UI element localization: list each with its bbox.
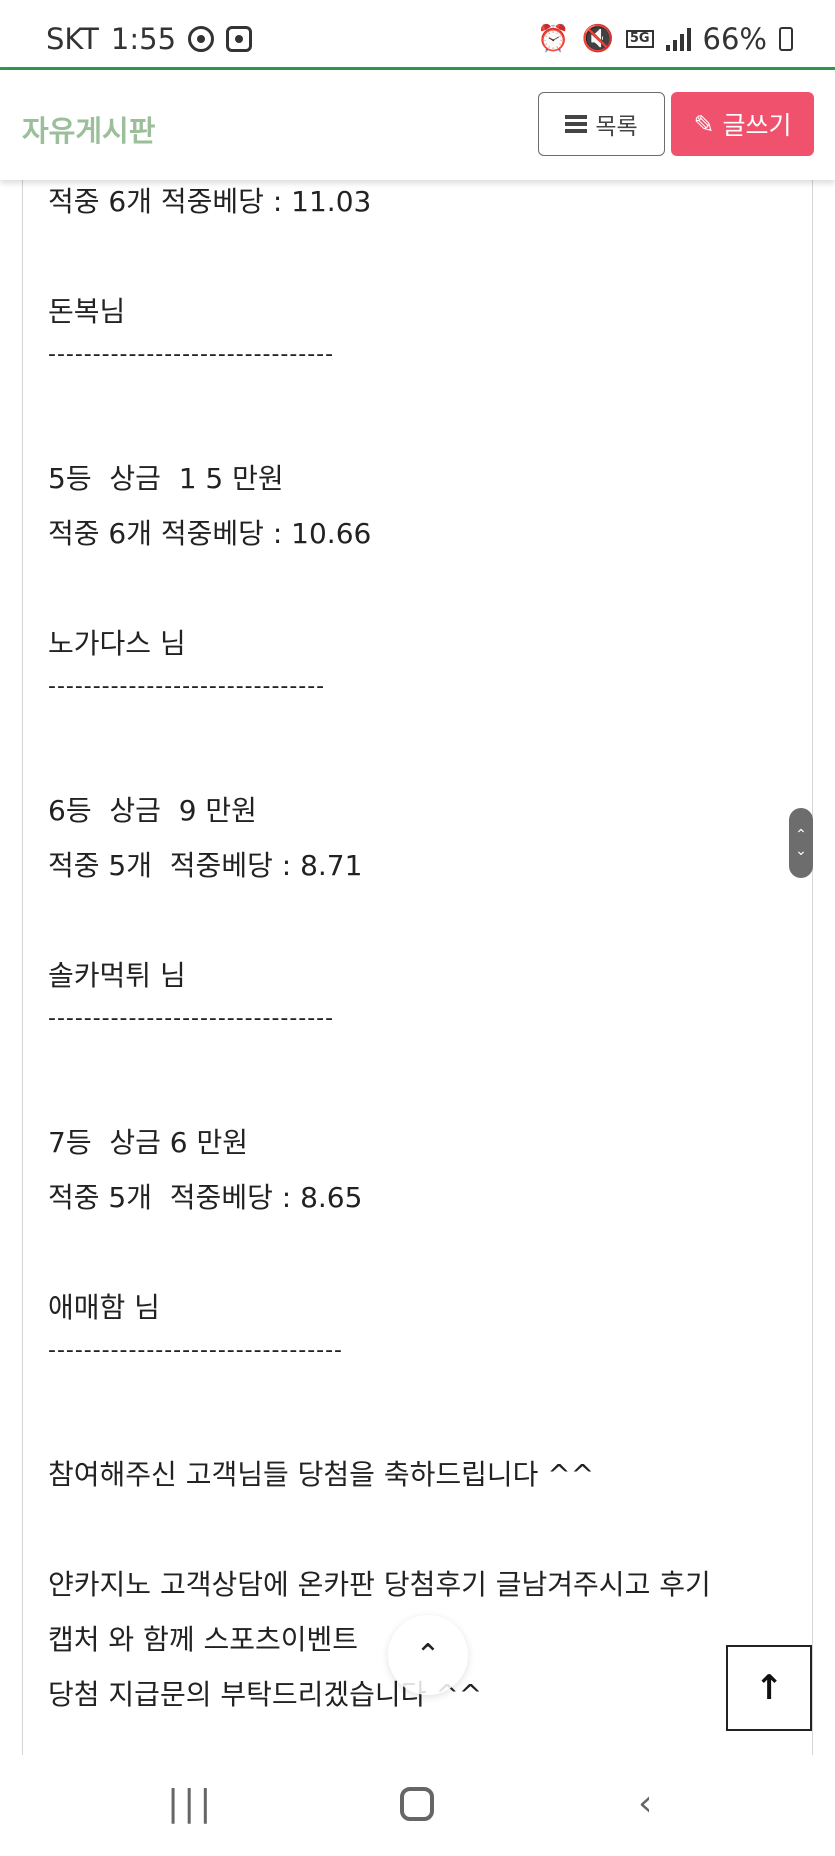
- arrow-up-icon: ↑: [754, 1668, 784, 1708]
- scroll-to-top-circle-button[interactable]: ⌃: [388, 1615, 468, 1695]
- app-notification-icon: [188, 26, 215, 52]
- app-header: 자유게시판 목록 ✎ 글쓰기: [0, 70, 835, 180]
- post-line: 적중 5개 적중베당 : 8.65: [48, 1181, 363, 1214]
- signal-icon: [665, 27, 691, 51]
- chevron-up-icon: ⌃: [415, 1637, 441, 1673]
- fast-scroll-handle[interactable]: ⌃ ⌄: [789, 808, 813, 878]
- post-separator: ---------------------------------: [48, 1338, 343, 1363]
- post-separator: --------------------------------: [48, 1006, 335, 1031]
- board-title[interactable]: 자유게시판: [22, 108, 155, 150]
- post-line: 5등 상금 1 5 만원: [48, 462, 284, 495]
- system-nav-bar: ||| ‹: [0, 1755, 835, 1856]
- mute-icon: 🔇: [581, 24, 614, 54]
- status-bar: SKT 1:55 ⏰ 🔇 5G 66%: [0, 0, 835, 70]
- carrier-label: SKT: [46, 22, 99, 56]
- post-line: 참여해주신 고객님들 당첨을 축하드립니다 ^^: [48, 1458, 595, 1491]
- list-button[interactable]: 목록: [538, 92, 665, 156]
- chevron-down-icon: ⌄: [795, 843, 807, 859]
- post-line: 노가다스 님: [48, 627, 186, 660]
- post-separator: -------------------------------: [48, 674, 326, 699]
- back-to-top-button[interactable]: ↑: [726, 1645, 812, 1731]
- post-line: 적중 6개 적중베당 : 10.66: [48, 517, 372, 550]
- post-line: 적중 5개 적중베당 : 8.71: [48, 849, 363, 882]
- post-line: 캡처 와 함께 스포츠이벤트: [48, 1623, 359, 1656]
- write-button[interactable]: ✎ 글쓰기: [671, 92, 814, 156]
- home-icon[interactable]: [400, 1787, 434, 1821]
- post-line: 애매함 님: [48, 1291, 160, 1324]
- battery-percentage: 66%: [702, 22, 767, 56]
- back-icon[interactable]: ‹: [638, 1783, 652, 1824]
- post-line: 6등 상금 9 만원: [48, 794, 257, 827]
- post-line: 돈복님: [48, 295, 126, 328]
- chevron-up-icon: ⌃: [795, 827, 807, 843]
- list-icon: [565, 115, 588, 133]
- post-line: 얀카지노 고객상담에 온카판 당첨후기 글남겨주시고 후기: [48, 1568, 711, 1601]
- status-right: ⏰ 🔇 5G 66%: [537, 22, 793, 56]
- list-button-label: 목록: [595, 114, 638, 140]
- pencil-icon: ✎: [693, 109, 715, 139]
- post-line: 솔카먹튀 님: [48, 959, 186, 992]
- post-line: 7등 상금 6 만원: [48, 1126, 249, 1159]
- post-content: 적중 6개 적중베당 : 11.03 돈복님 -----------------…: [22, 180, 813, 1755]
- status-left: SKT 1:55: [46, 22, 253, 56]
- clock: 1:55: [110, 22, 177, 56]
- media-notification-icon: [226, 26, 253, 52]
- battery-icon: [779, 27, 793, 51]
- post-separator: --------------------------------: [48, 342, 335, 367]
- alarm-icon: ⏰: [537, 24, 570, 54]
- network-type-icon: 5G: [625, 30, 654, 48]
- post-line: 적중 6개 적중베당 : 11.03: [48, 185, 372, 218]
- write-button-label: 글쓰기: [722, 111, 792, 140]
- recent-apps-icon[interactable]: |||: [167, 1783, 215, 1824]
